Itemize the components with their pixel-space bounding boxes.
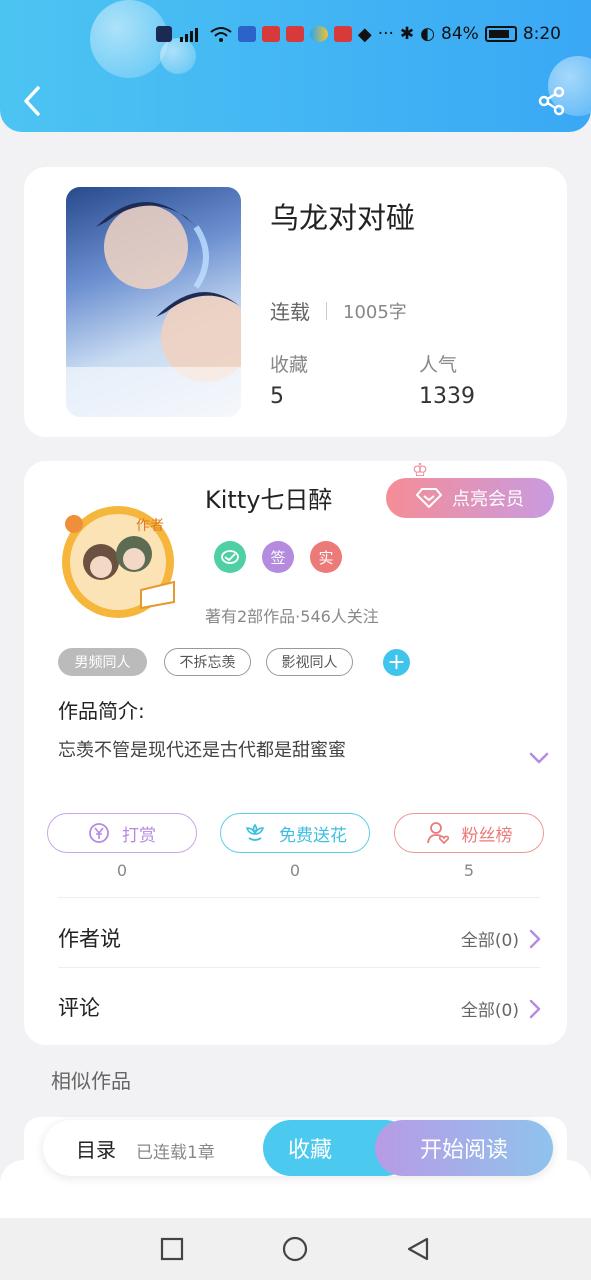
similar-works-heading: 相似作品 — [51, 1069, 131, 1093]
user-heart-icon — [426, 822, 449, 845]
fan-count: 5 — [463, 861, 475, 880]
yen-coin-icon — [89, 823, 109, 843]
clock: 8:20 — [522, 24, 561, 44]
book-cover-image[interactable] — [66, 187, 241, 417]
app-notification-icon — [309, 26, 328, 42]
add-tag-button[interactable]: + — [383, 649, 410, 676]
signal-icon — [179, 28, 198, 42]
app-notification-icon — [285, 26, 304, 42]
mute-icon: ◐ — [420, 24, 436, 44]
tip-count: 0 — [116, 861, 128, 880]
author-stats: 著有2部作品·546人关注 — [205, 607, 379, 626]
vip-button[interactable]: 点亮会员 — [386, 478, 554, 518]
book-title: 乌龙对对碰 — [270, 201, 416, 235]
author-name[interactable]: Kitty七日醉 — [205, 480, 332, 515]
diamond-icon — [416, 488, 442, 508]
send-flower-label: 免费送花 — [279, 825, 347, 846]
flower-count: 0 — [289, 861, 301, 880]
comments-all-link[interactable]: 全部(0) — [461, 996, 541, 1021]
qq-icon: ◆ — [357, 23, 372, 45]
tag-chip[interactable]: 男频同人 — [58, 648, 147, 676]
tag-chip[interactable]: 不拆忘羡 — [164, 648, 251, 676]
bluetooth-icon: ✱ — [399, 24, 415, 44]
table-of-contents-button[interactable]: 目录 — [76, 1134, 116, 1163]
author-avatar[interactable]: 作者 — [46, 502, 194, 620]
battery-icon — [484, 26, 517, 42]
vip-button-label: 点亮会员 — [452, 489, 524, 510]
chapter-count: 已连载1章 — [136, 1143, 215, 1163]
flower-icon — [245, 823, 265, 841]
popularity-label: 人气 — [419, 354, 458, 376]
expand-chevron-icon[interactable] — [528, 750, 550, 766]
popularity-value: 1339 — [419, 384, 475, 409]
home-circle-icon[interactable] — [282, 1236, 308, 1262]
more-notifications-icon: ··· — [377, 24, 394, 44]
intro-text: 忘羡不管是现代还是古代都是甜蜜蜜 — [58, 740, 346, 761]
battery-percent: 84% — [441, 24, 479, 44]
hd-icon — [155, 26, 172, 42]
meta-divider — [326, 301, 327, 320]
serial-status: 连载 — [270, 300, 310, 324]
tip-label: 打赏 — [122, 825, 156, 846]
divider — [58, 967, 540, 968]
author-note-count: 全部(0) — [460, 931, 519, 951]
back-triangle-icon[interactable] — [405, 1236, 431, 1262]
tag-chip[interactable]: 影视同人 — [266, 648, 353, 676]
start-reading-label: 开始阅读 — [419, 1138, 508, 1163]
status-bar: ◆ ··· ✱ ◐ 84% 8:20 — [155, 20, 561, 48]
header-bar: ◆ ··· ✱ ◐ 84% 8:20 — [0, 0, 591, 132]
favorites-value: 5 — [270, 384, 284, 409]
comments-label[interactable]: 评论 — [58, 992, 100, 1022]
certified-badge-icon — [214, 541, 246, 573]
comments-count: 全部(0) — [460, 1001, 519, 1021]
fan-ranking-label: 粉丝榜 — [461, 825, 513, 846]
share-icon[interactable] — [537, 86, 567, 116]
favorite-button-label: 收藏 — [288, 1138, 333, 1163]
start-reading-button[interactable]: 开始阅读 — [375, 1120, 553, 1176]
fan-ranking-button[interactable]: 粉丝榜 — [394, 813, 544, 853]
intro-label: 作品简介: — [58, 699, 145, 723]
word-count: 1005字 — [343, 301, 407, 323]
recents-square-icon[interactable] — [160, 1237, 184, 1261]
verified-badge: 实 — [310, 541, 342, 573]
app-notification-icon — [261, 26, 280, 42]
wifi-icon — [210, 27, 232, 42]
chevron-right-icon — [529, 999, 541, 1018]
author-note-all-link[interactable]: 全部(0) — [461, 926, 541, 951]
cover-art — [66, 202, 241, 417]
app-notification-icon — [333, 26, 352, 42]
author-note-label[interactable]: 作者说 — [58, 923, 121, 953]
favorites-label: 收藏 — [270, 354, 309, 376]
book-meta: 连载 1005字 — [270, 296, 407, 325]
app-notification-icon — [237, 26, 256, 42]
divider — [58, 897, 540, 898]
signed-badge: 签 — [262, 541, 294, 573]
tip-button[interactable]: 打赏 — [47, 813, 197, 853]
system-nav-bar — [0, 1218, 591, 1280]
back-arrow-icon[interactable] — [18, 84, 48, 118]
chevron-right-icon — [529, 929, 541, 948]
avatar-badge-text: 作者 — [136, 518, 164, 534]
send-flower-button[interactable]: 免费送花 — [220, 813, 370, 853]
